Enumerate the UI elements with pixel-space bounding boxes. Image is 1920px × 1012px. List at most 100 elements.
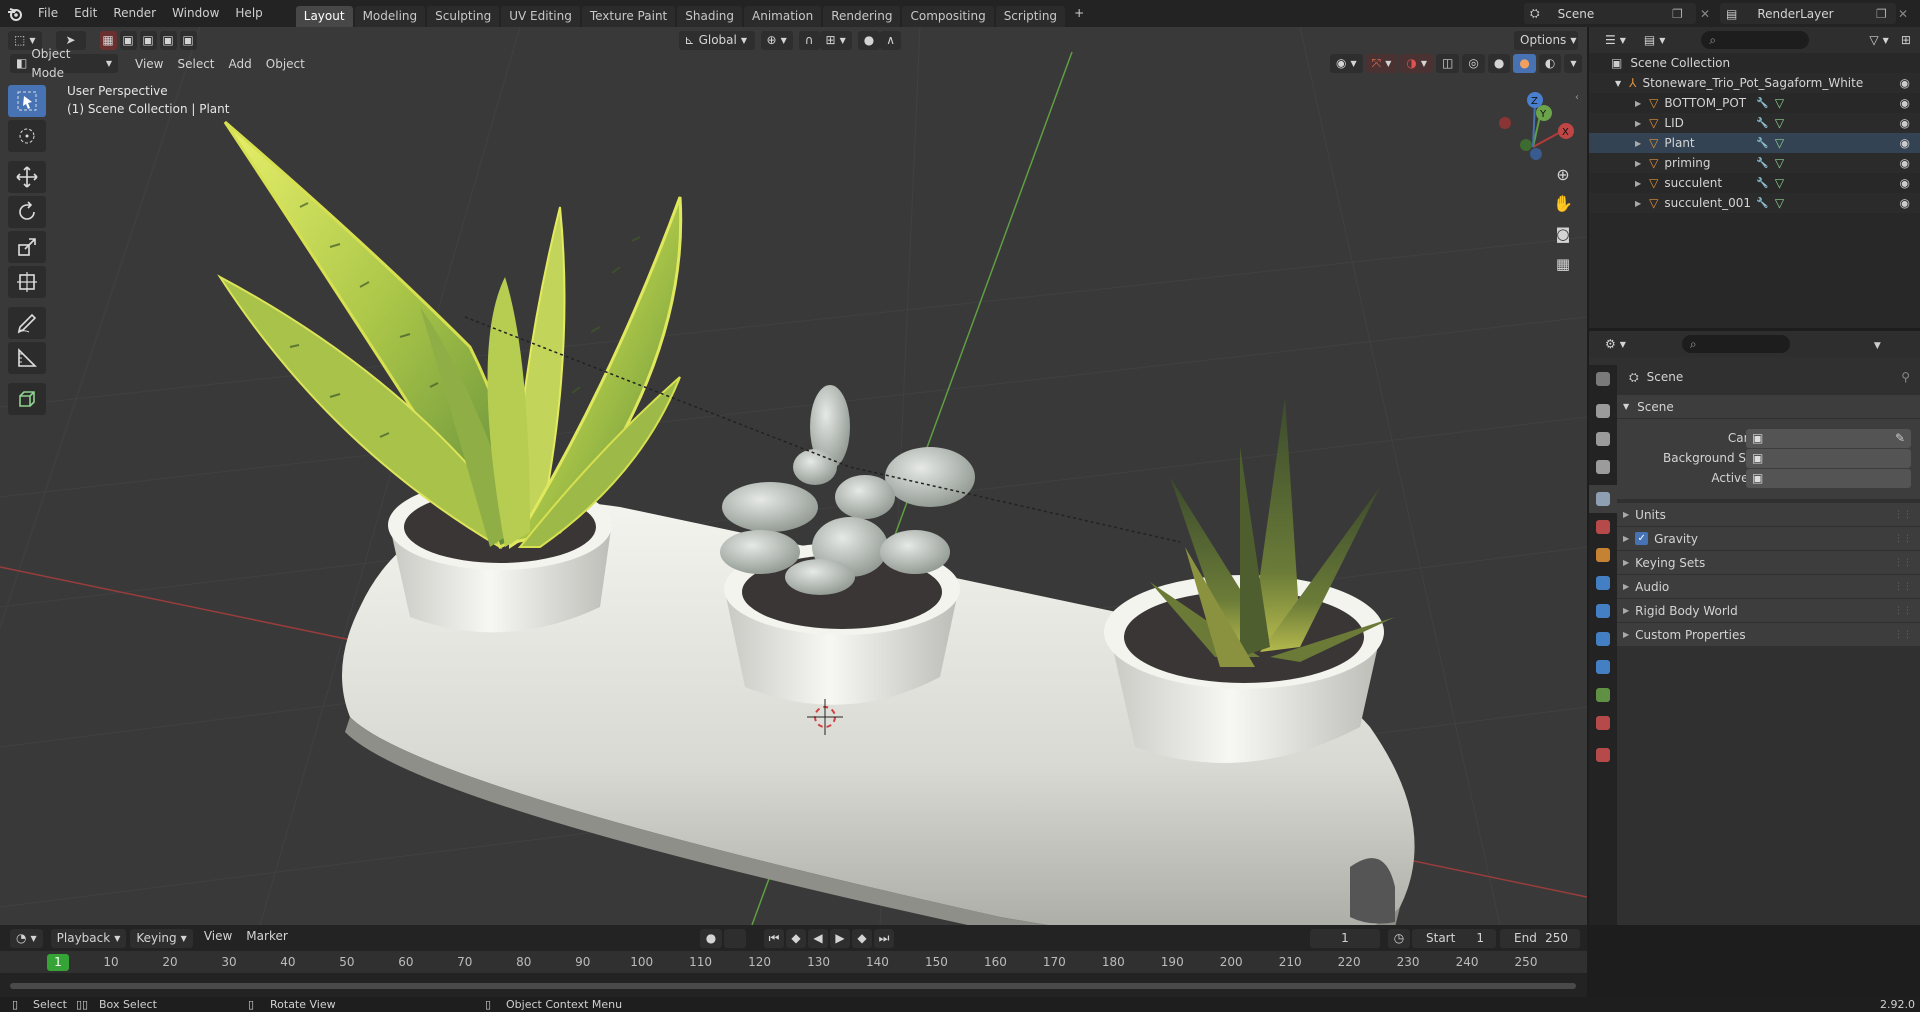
annotate-tool[interactable] <box>8 307 46 339</box>
data-tab[interactable] <box>1589 681 1617 709</box>
tab-texture-paint[interactable]: Texture Paint <box>581 6 676 27</box>
menu-file[interactable]: File <box>30 0 66 27</box>
subpanel-rigid-body-world[interactable]: ▶ Rigid Body World ⋮⋮ <box>1617 599 1920 623</box>
eye-icon[interactable]: ◉ <box>1900 76 1910 90</box>
menu-help[interactable]: Help <box>227 0 270 27</box>
physics-tab[interactable] <box>1589 625 1617 653</box>
move-tool[interactable] <box>8 161 46 193</box>
subpanel-units[interactable]: ▶ Units ⋮⋮ <box>1617 503 1920 527</box>
xray-toggle[interactable]: ◫ <box>1436 54 1460 73</box>
field-background-scene[interactable]: ▣ <box>1746 449 1911 468</box>
drag-handle-icon[interactable]: ⋮⋮ <box>1894 630 1912 640</box>
tab-scripting[interactable]: Scripting <box>995 6 1066 27</box>
eye-icon[interactable]: ◉ <box>1900 156 1910 170</box>
tab-rendering[interactable]: Rendering <box>823 6 901 27</box>
timeline-playback-dropdown[interactable]: Playback ▼ <box>50 928 127 948</box>
scene-panel-header[interactable]: ▼ Scene <box>1617 395 1920 419</box>
output-tab[interactable] <box>1589 425 1617 453</box>
new-collection-button[interactable]: ⊞ <box>1901 33 1911 47</box>
tab-sculpting[interactable]: Sculpting <box>427 6 500 27</box>
material-tab[interactable] <box>1589 709 1617 737</box>
tab-animation[interactable]: Animation <box>744 6 822 27</box>
properties-search-input[interactable]: ⌕ <box>1681 335 1790 353</box>
snap-toggle[interactable]: ∩ <box>798 31 820 50</box>
viewport-menu-select[interactable]: Select <box>170 57 221 71</box>
view-layer-tab[interactable] <box>1589 453 1617 481</box>
eye-icon[interactable]: ◉ <box>1900 176 1910 190</box>
tab-shading[interactable]: Shading <box>677 6 742 27</box>
timeline-editor-type[interactable]: ◔ ▼ <box>10 928 43 948</box>
mode-intersect-button[interactable]: ▣ <box>179 31 197 50</box>
eye-icon[interactable]: ◉ <box>1900 96 1910 110</box>
properties-editor-type[interactable]: ⚙ ▼ <box>1599 334 1632 354</box>
timeline-ruler[interactable]: 1 10 20 30 40 50 60 70 80 90 100 110 120 130 140 150 16… <box>0 951 1587 973</box>
viewport-menu-object[interactable]: Object <box>259 57 312 71</box>
prev-keyframe-button[interactable]: ◆ <box>786 928 806 948</box>
mode-extend-button[interactable]: ▣ <box>119 31 137 50</box>
field-active-clip[interactable]: ▣ <box>1746 469 1911 488</box>
transform-orientation-dropdown[interactable]: ⊾ Global ▼ <box>678 31 755 50</box>
gravity-checkbox[interactable]: ✓ <box>1635 532 1649 545</box>
tab-modeling[interactable]: Modeling <box>354 6 426 27</box>
add-cube-tool[interactable] <box>8 383 46 415</box>
options-dropdown[interactable]: Options ▼ <box>1514 31 1578 50</box>
snap-target-dropdown[interactable]: ⊞ ▼ <box>819 31 852 50</box>
jump-start-button[interactable]: ⏮ <box>764 928 784 948</box>
mode-subtract-button[interactable]: ▣ <box>139 31 157 50</box>
remove-view-layer-button[interactable]: ✕ <box>1898 3 1918 24</box>
eye-icon[interactable]: ◉ <box>1900 136 1910 150</box>
shading-options-dropdown[interactable]: ▼ <box>1564 54 1583 73</box>
shading-rendered-button[interactable]: ◐ <box>1538 54 1562 73</box>
add-workspace-button[interactable]: + <box>1066 0 1092 27</box>
start-frame-field[interactable]: Start 1 <box>1412 928 1496 948</box>
object-tab[interactable] <box>1589 541 1617 569</box>
timeline-menu-marker[interactable]: Marker <box>239 929 294 948</box>
drag-handle-icon[interactable]: ⋮⋮ <box>1894 582 1912 592</box>
play-button[interactable]: ▶ <box>830 928 850 948</box>
outliner-item-priming[interactable]: ▶ ▽ priming 🔧 ▽ ◉ <box>1589 153 1920 173</box>
current-frame-field[interactable]: 1 <box>1310 928 1380 948</box>
mode-difference-button[interactable]: ▣ <box>159 31 177 50</box>
mode-new-button[interactable]: ▦ <box>99 31 117 50</box>
filter-dropdown[interactable]: ▽ ▼ <box>1863 30 1895 50</box>
sidebar-toggle[interactable]: ‹ <box>1575 92 1579 103</box>
preview-range-toggle[interactable]: ◷ <box>1388 928 1410 948</box>
falloff-dropdown[interactable]: ∧ <box>880 31 902 50</box>
pin-icon[interactable]: ⚲ <box>1901 370 1910 384</box>
outliner-item-lid[interactable]: ▶ ▽ LID 🔧 ▽ ◉ <box>1589 113 1920 133</box>
measure-tool[interactable] <box>8 342 46 374</box>
eye-icon[interactable]: ◉ <box>1900 116 1910 130</box>
mode-dropdown[interactable]: ◧ Object Mode ▼ <box>10 47 118 80</box>
pan-button[interactable]: ✋ <box>1550 190 1576 216</box>
render-tab[interactable] <box>1589 397 1617 425</box>
copy-icon[interactable]: ❐ <box>1672 7 1683 21</box>
keying-set-button[interactable] <box>724 928 746 948</box>
timeline-menu-view[interactable]: View <box>197 929 239 948</box>
chevron-down-icon[interactable]: ▼ <box>1615 79 1621 88</box>
ortho-toggle-button[interactable]: ▦ <box>1550 251 1576 277</box>
outliner-editor-type[interactable]: ☰ ▼ <box>1599 30 1632 50</box>
subpanel-audio[interactable]: ▶ Audio ⋮⋮ <box>1617 575 1920 599</box>
chevron-right-icon[interactable]: ▶ <box>1635 199 1641 208</box>
chevron-right-icon[interactable]: ▶ <box>1635 139 1641 148</box>
tab-uv-editing[interactable]: UV Editing <box>501 6 580 27</box>
zoom-button[interactable]: ⊕ <box>1550 161 1576 187</box>
modifier-tab[interactable] <box>1589 569 1617 597</box>
transform-tool[interactable] <box>8 266 46 298</box>
visibility-dropdown[interactable]: ◉ ▼ <box>1330 54 1363 73</box>
viewport-menu-add[interactable]: Add <box>222 57 259 71</box>
outliner-item-succulent-001[interactable]: ▶ ▽ succulent_001 🔧 ▽ ◉ <box>1589 193 1920 213</box>
timeline-keying-dropdown[interactable]: Keying ▼ <box>130 928 193 948</box>
particles-tab[interactable] <box>1589 597 1617 625</box>
jump-end-button[interactable]: ⏭ <box>874 928 894 948</box>
subpanel-keying-sets[interactable]: ▶ Keying Sets ⋮⋮ <box>1617 551 1920 575</box>
eyedropper-icon[interactable]: ✎ <box>1895 429 1905 448</box>
properties-options-button[interactable]: ▼ <box>1874 337 1881 351</box>
view-layer-selector[interactable]: ▤ RenderLayer ❐ <box>1720 3 1896 24</box>
shading-solid-button[interactable]: ● <box>1487 54 1511 73</box>
chevron-right-icon[interactable]: ▶ <box>1635 179 1641 188</box>
play-reverse-button[interactable]: ◀ <box>808 928 828 948</box>
outliner-item-plant[interactable]: ▶ ▽ Plant 🔧 ▽ ◉ <box>1589 133 1920 153</box>
end-frame-field[interactable]: End 250 <box>1500 928 1580 948</box>
gizmo-toggle[interactable]: ⤧ ▼ <box>1365 54 1398 73</box>
